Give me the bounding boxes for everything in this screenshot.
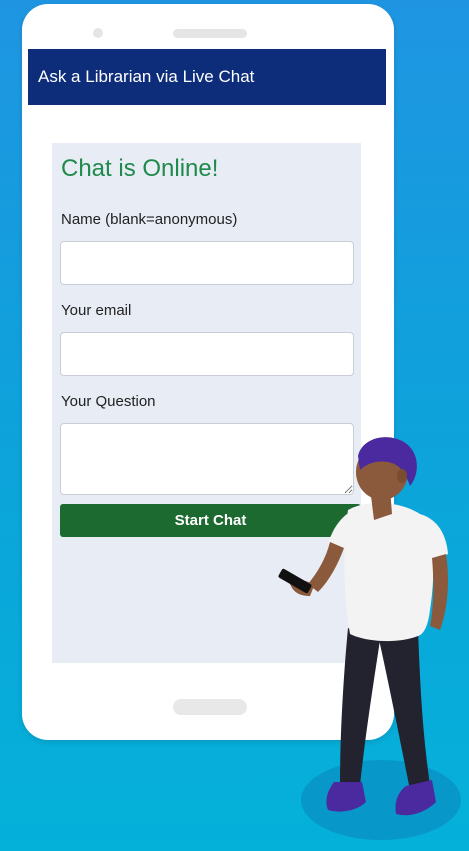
phone-speaker (173, 29, 247, 38)
chat-status: Chat is Online! (61, 155, 219, 182)
person-with-phone-icon (278, 437, 461, 840)
email-label: Your email (61, 302, 132, 319)
name-input[interactable] (60, 241, 354, 285)
name-label: Name (blank=anonymous) (61, 211, 238, 228)
chat-header-title: Ask a Librarian via Live Chat (28, 49, 386, 105)
question-label: Your Question (61, 393, 156, 410)
email-input[interactable] (60, 332, 354, 376)
phone-camera-icon (93, 28, 103, 38)
phone-home-button (173, 699, 247, 715)
